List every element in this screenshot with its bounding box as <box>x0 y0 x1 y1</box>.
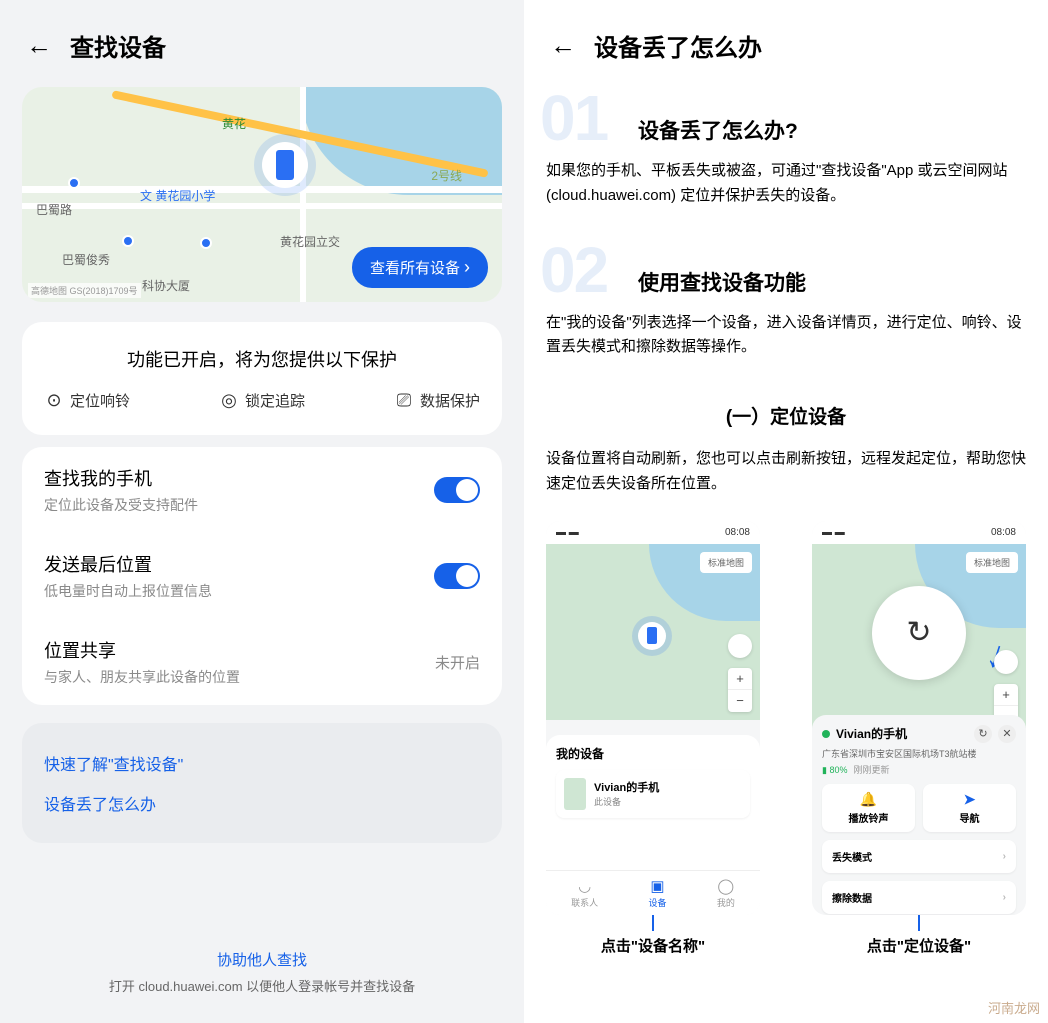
page-title: 设备丢了怎么办 <box>594 28 762 63</box>
feature-data-protect: ⎚数据保护 <box>394 390 480 411</box>
action-lost-mode: 丢失模式 <box>822 840 1016 873</box>
step-title: 设备丢了怎么办? <box>546 105 1026 145</box>
map-type-tag: 标准地图 <box>966 552 1018 573</box>
subsection-body: 设备位置将自动刷新，您也可以点击刷新按钮，远程发起定位，帮助您快速定位丢失设备所… <box>546 447 1026 497</box>
map-card[interactable]: 黄花 黄花园立交 文 黄花园小学 巴蜀路 巴蜀俊秀 科协大厦 2号线 查看所有设… <box>22 87 502 302</box>
settings-card: 查找我的手机定位此设备及受支持配件 发送最后位置低电量时自动上报位置信息 位置共… <box>22 447 502 705</box>
action-navigate: ➤导航 <box>923 784 1016 832</box>
phone-shield-icon: ⎚ <box>394 391 414 411</box>
location-icon: ⊙ <box>44 391 64 411</box>
link-quick-learn[interactable]: 快速了解"查找设备" <box>44 743 480 783</box>
phone-bottom-sheet: 我的设备 Vivian的手机此设备 ◡联系人 ▣设备 ◯我的 <box>546 735 760 915</box>
page-title: 查找设备 <box>70 28 166 63</box>
tabbar: ◡联系人 ▣设备 ◯我的 <box>546 870 760 915</box>
refresh-icon: ↻ <box>872 586 966 680</box>
refresh-small-icon: ↻ <box>974 725 992 743</box>
step-2: 02 使用查找设备功能 在"我的设备"列表选择一个设备，进入设备详情页，进行定位… <box>546 257 1026 361</box>
map-poi-label: 黄花 <box>222 115 246 132</box>
step-body: 在"我的设备"列表选择一个设备，进入设备详情页，进行定位、响铃、设置丢失模式和擦… <box>546 311 1026 361</box>
watermark: 河南龙网 <box>988 998 1040 1017</box>
zoom-control: +− <box>728 668 752 712</box>
map-copyright: 高德地图 GS(2018)1709号 <box>28 283 141 298</box>
footer: 协助他人查找 打开 cloud.huawei.com 以便他人登录帐号并查找设备 <box>0 949 524 995</box>
phone-map: 标准地图 +− <box>546 544 760 720</box>
navigate-icon: ➤ <box>923 791 1016 808</box>
view-all-devices-button[interactable]: 查看所有设备 <box>352 247 488 288</box>
tab-contacts: ◡联系人 <box>571 877 598 909</box>
footer-help-others-link[interactable]: 协助他人查找 <box>0 949 524 970</box>
phone-map: 标准地图 ↻ ↓ +− <box>812 544 1026 736</box>
feature-heading: 功能已开启，将为您提供以下保护 <box>44 346 480 372</box>
map-poi-icon <box>122 235 134 247</box>
setting-location-share[interactable]: 位置共享与家人、朋友共享此设备的位置 未开启 <box>22 619 502 705</box>
feature-lock-track: ◎锁定追踪 <box>219 390 305 411</box>
battery-status: ▮ 80%刚刚更新 <box>822 763 1016 776</box>
titlebar: ← 查找设备 <box>22 0 502 87</box>
caption-a: 点击"设备名称" <box>546 913 760 956</box>
map-poi-icon <box>68 177 80 189</box>
step-title: 使用查找设备功能 <box>546 257 1026 297</box>
map-type-tag: 标准地图 <box>700 552 752 573</box>
footer-subtitle: 打开 cloud.huawei.com 以便他人登录帐号并查找设备 <box>0 976 524 995</box>
bell-icon: 🔔 <box>822 791 915 808</box>
close-icon: ✕ <box>998 725 1016 743</box>
phone-screenshot-a: ▬ ▬08:08 标准地图 +− 我的设备 Vivian的手机此设备 <box>546 521 760 915</box>
device-pin-icon[interactable] <box>262 142 308 188</box>
device-name: Vivian的手机 <box>836 725 968 742</box>
phone-status-bar: ▬ ▬08:08 <box>546 521 760 544</box>
action-erase-data: 擦除数据 <box>822 881 1016 914</box>
sheet-title: 我的设备 <box>556 745 750 762</box>
locate-me-icon <box>994 650 1018 674</box>
device-list-item: Vivian的手机此设备 <box>556 770 750 818</box>
setting-find-my-phone[interactable]: 查找我的手机定位此设备及受支持配件 <box>22 447 502 533</box>
online-dot-icon <box>822 730 830 738</box>
titlebar: ← 设备丢了怎么办 <box>546 0 1026 87</box>
link-device-lost[interactable]: 设备丢了怎么办 <box>44 783 480 823</box>
map-poi-icon <box>200 237 212 249</box>
help-article-screen: ← 设备丢了怎么办 01 设备丢了怎么办? 如果您的手机、平板丢失或被盗，可通过… <box>524 0 1048 1023</box>
phone-status-bar: ▬ ▬08:08 <box>812 521 1026 544</box>
feature-locate-ring: ⊙定位响铃 <box>44 390 130 411</box>
subsection-title: (一）定位设备 <box>546 402 1026 429</box>
toggle-switch[interactable] <box>434 477 480 503</box>
status-text: 未开启 <box>435 652 480 673</box>
device-address: 广东省深圳市宝安区国际机场T3航站楼 <box>822 747 1016 760</box>
device-pin-icon <box>638 622 666 650</box>
step-body: 如果您的手机、平板丢失或被盗，可通过"查找设备"App 或云空间网站 (clou… <box>546 159 1026 209</box>
phone-screenshots-row: ▬ ▬08:08 标准地图 +− 我的设备 Vivian的手机此设备 <box>546 521 1026 956</box>
step-1: 01 设备丢了怎么办? 如果您的手机、平板丢失或被盗，可通过"查找设备"App … <box>546 105 1026 209</box>
map-road-label: 黄花园立交 <box>280 233 340 250</box>
map-school-label: 文 黄花园小学 <box>140 187 215 204</box>
back-arrow-icon[interactable]: ← <box>550 30 576 61</box>
action-play-sound: 🔔播放铃声 <box>822 784 915 832</box>
back-arrow-icon[interactable]: ← <box>26 30 52 61</box>
tab-devices: ▣设备 <box>648 877 666 909</box>
setting-send-last-location[interactable]: 发送最后位置低电量时自动上报位置信息 <box>22 533 502 619</box>
links-card: 快速了解"查找设备" 设备丢了怎么办 <box>22 723 502 843</box>
target-icon: ◎ <box>219 391 239 411</box>
device-thumb-icon <box>564 778 586 810</box>
toggle-switch[interactable] <box>434 563 480 589</box>
caption-b: 点击"定位设备" <box>812 913 1026 956</box>
tab-me: ◯我的 <box>717 877 735 909</box>
phone-bottom-sheet: Vivian的手机 ↻ ✕ 广东省深圳市宝安区国际机场T3航站楼 ▮ 80%刚刚… <box>812 715 1026 915</box>
feature-card: 功能已开启，将为您提供以下保护 ⊙定位响铃 ◎锁定追踪 ⎚数据保护 <box>22 322 502 435</box>
find-device-screen: ← 查找设备 黄花 黄花园立交 文 黄花园小学 巴蜀路 巴蜀俊秀 科协大厦 2号… <box>0 0 524 1023</box>
locate-me-icon <box>728 634 752 658</box>
phone-screenshot-b: ▬ ▬08:08 标准地图 ↻ ↓ +− Vivian的手机 ↻ ✕ <box>812 521 1026 915</box>
